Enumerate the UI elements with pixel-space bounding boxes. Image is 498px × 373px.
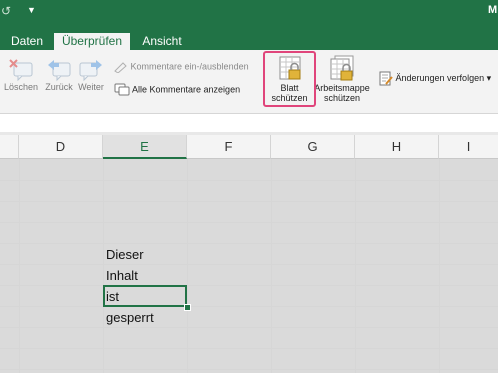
app-title-fragment: M [488, 4, 498, 16]
column-header-e[interactable]: E [103, 135, 187, 159]
grid-line [0, 222, 498, 223]
grid-line [187, 159, 188, 373]
grid-line [0, 180, 498, 181]
track-changes-button[interactable]: Änderungen verfolgen ▾ [379, 71, 491, 86]
lock-workbook-icon [330, 55, 354, 81]
toggle-comments-label: Kommentare ein-/ausblenden [130, 61, 249, 72]
fill-handle[interactable] [184, 304, 191, 311]
cell-e-gesperrt[interactable]: gesperrt [104, 307, 187, 328]
protect-workbook-button[interactable]: Arbeitsmappe schützen [312, 55, 372, 103]
back-label: Zurück [45, 82, 73, 92]
grid-line [0, 201, 498, 202]
toggle-comments-button[interactable]: Kommentare ein-/ausblenden [114, 61, 249, 74]
row-header-corner[interactable] [0, 135, 19, 159]
grid-line [0, 243, 498, 244]
grid-line [0, 348, 498, 349]
tab-daten[interactable]: Daten [4, 33, 50, 50]
worksheet-grid[interactable] [0, 159, 498, 373]
active-cell-selection[interactable] [103, 285, 187, 307]
redo-icon[interactable]: ↺ [1, 4, 11, 18]
title-bar: ↺ ▼ M Daten Überprüfen Ansicht [0, 0, 498, 50]
grid-line [439, 159, 440, 373]
column-header-d[interactable]: D [19, 135, 103, 159]
next-comment-icon [79, 60, 102, 82]
show-all-comments-label: Alle Kommentare anzeigen [132, 84, 241, 95]
protect-workbook-label-line2: schützen [323, 93, 361, 103]
show-all-comments-button[interactable]: Alle Kommentare anzeigen [114, 83, 240, 97]
column-header-h[interactable]: H [355, 135, 439, 159]
formula-bar[interactable] [0, 114, 498, 133]
protect-sheet-highlight [263, 51, 316, 107]
grid-line [271, 159, 272, 373]
column-header-f[interactable]: F [187, 135, 271, 159]
grid-line [0, 369, 498, 370]
chevron-down-icon: ▾ [486, 72, 492, 83]
grid-line [0, 327, 498, 328]
cell-e-dieser[interactable]: Dieser [104, 244, 187, 265]
grid-line [0, 306, 498, 307]
cell-e-inhalt[interactable]: Inhalt [104, 265, 187, 286]
delete-label: Löschen [4, 82, 39, 92]
delete-comment-button[interactable]: Löschen [4, 58, 38, 92]
next-comment-button[interactable]: Weiter [76, 58, 106, 92]
column-header-g[interactable]: G [271, 135, 355, 159]
quick-access-dropdown-icon[interactable]: ▼ [27, 5, 36, 15]
track-changes-icon [379, 71, 393, 86]
grid-line [355, 159, 356, 373]
protect-workbook-label-line1: Arbeitsmappe [314, 83, 370, 93]
previous-comment-icon [48, 60, 71, 82]
tab-ansicht[interactable]: Ansicht [136, 33, 188, 50]
toggle-comment-icon [114, 62, 127, 74]
grid-line [0, 264, 498, 265]
next-label: Weiter [78, 82, 104, 92]
column-header-i[interactable]: I [439, 135, 498, 159]
delete-comment-icon [9, 59, 33, 82]
grid-line [0, 285, 498, 286]
tab-ueberpruefen[interactable]: Überprüfen [54, 33, 130, 50]
track-changes-label: Änderungen verfolgen [395, 72, 485, 83]
previous-comment-button[interactable]: Zurück [42, 58, 76, 92]
ribbon: Löschen Zurück Weiter Kommentare ein-/au… [0, 50, 498, 114]
grid-line [19, 159, 20, 373]
comments-icon [114, 83, 130, 96]
